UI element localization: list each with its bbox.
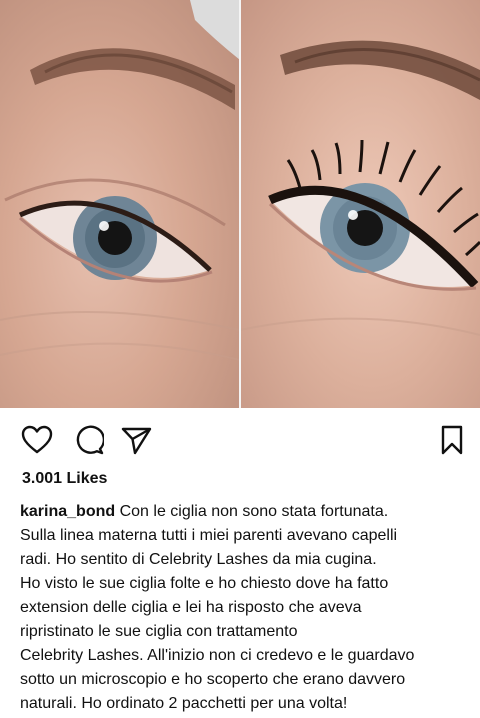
post-image[interactable] <box>0 0 480 408</box>
caption-line: ripristinato le sue ciglia con trattamen… <box>20 623 298 640</box>
heart-icon[interactable] <box>19 422 55 458</box>
caption-line: radi. Ho sentito di Celebrity Lashes da … <box>20 551 377 568</box>
caption-line: Celebrity Lashes. All'inizio non ci cred… <box>20 647 415 664</box>
caption-line: extension delle ciglia e lei ha risposto… <box>20 599 362 616</box>
comment-icon[interactable] <box>71 422 107 458</box>
bookmark-icon[interactable] <box>434 422 470 458</box>
username[interactable]: karina_bond <box>20 503 115 520</box>
caption-line: Sulla linea materna tutti i miei parenti… <box>20 527 398 544</box>
caption-text: Con le ciglia non sono stata fortunata. <box>119 503 389 520</box>
caption: karina_bond Con le ciglia non sono stata… <box>20 500 460 716</box>
after-photo <box>240 0 480 408</box>
caption-line: Ho visto le sue ciglia folte e ho chiest… <box>20 575 389 592</box>
caption-line: sotto un microscopio e ho scoperto che e… <box>20 671 406 688</box>
caption-first-line: karina_bond Con le ciglia non sono stata… <box>20 500 460 524</box>
action-bar <box>0 422 480 462</box>
send-icon[interactable] <box>118 422 154 458</box>
photo-divider <box>239 0 241 408</box>
before-photo <box>0 0 240 408</box>
likes-count[interactable]: 3.001 Likes <box>22 470 107 488</box>
caption-line: naturali. Ho ordinato 2 pacchetti per un… <box>20 695 348 712</box>
